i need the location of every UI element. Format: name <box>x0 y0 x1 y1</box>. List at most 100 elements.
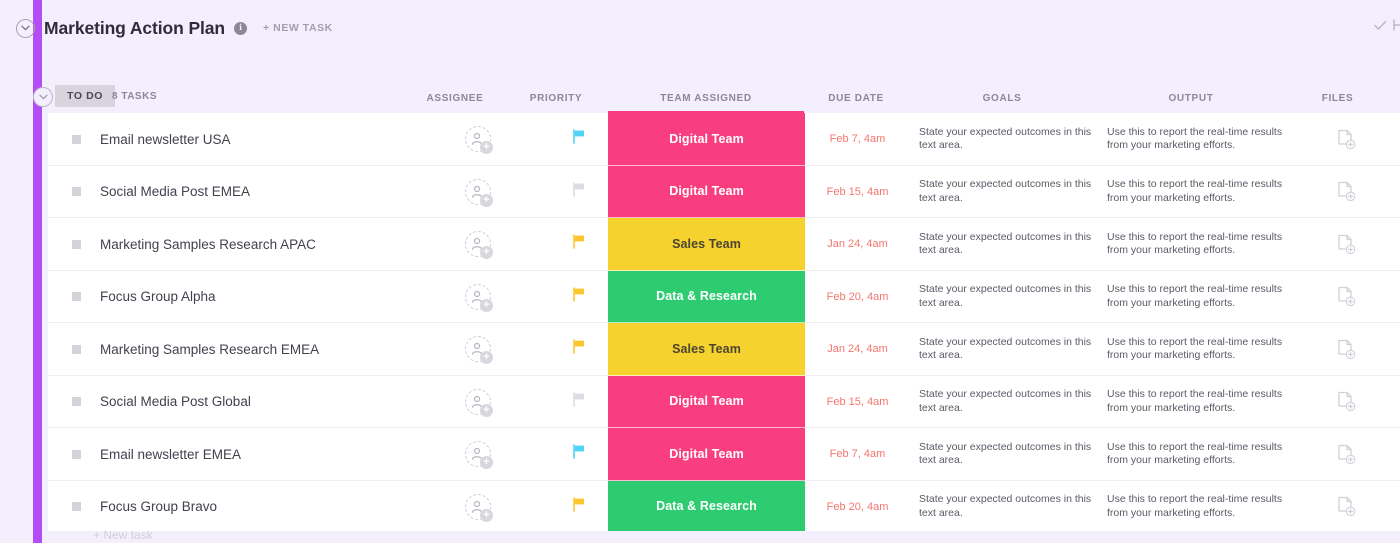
avatar[interactable]: + <box>465 389 491 415</box>
table-row[interactable]: Marketing Samples Research APAC+Sales Te… <box>48 218 1400 271</box>
assignee-cell[interactable]: + <box>408 428 548 481</box>
bottom-new-task-row[interactable]: + New task <box>48 531 1400 543</box>
due-date-cell[interactable]: Feb 15, 4am <box>805 376 910 429</box>
goals-cell[interactable]: State your expected outcomes in this tex… <box>910 218 1102 271</box>
column-header-goals[interactable]: GOALS <box>908 84 1096 113</box>
avatar[interactable]: + <box>465 494 491 520</box>
check-icon[interactable] <box>1374 18 1387 36</box>
task-name-cell[interactable]: Social Media Post EMEA <box>48 166 408 219</box>
assignee-cell[interactable]: + <box>408 218 548 271</box>
output-cell[interactable]: Use this to report the real-time results… <box>1098 428 1292 481</box>
new-task-button[interactable]: + NEW TASK <box>263 22 333 34</box>
goals-cell[interactable]: State your expected outcomes in this tex… <box>910 166 1102 219</box>
column-header-due-date[interactable]: DUE DATE <box>806 84 906 113</box>
add-assignee-icon[interactable]: + <box>480 194 493 207</box>
priority-flag-icon[interactable] <box>572 444 585 464</box>
team-assigned-cell[interactable]: Digital Team <box>608 428 805 481</box>
add-assignee-icon[interactable]: + <box>480 351 493 364</box>
goals-cell[interactable]: State your expected outcomes in this tex… <box>910 113 1102 166</box>
output-cell[interactable]: Use this to report the real-time results… <box>1098 376 1292 429</box>
document-add-icon[interactable] <box>1337 234 1356 255</box>
priority-flag-icon[interactable] <box>572 339 585 359</box>
team-assigned-cell[interactable]: Data & Research <box>608 271 805 324</box>
add-assignee-icon[interactable]: + <box>480 299 493 312</box>
goals-cell[interactable]: State your expected outcomes in this tex… <box>910 428 1102 481</box>
drag-handle-icon[interactable] <box>72 240 81 249</box>
column-header-files[interactable]: FILES <box>1290 84 1385 113</box>
add-assignee-icon[interactable]: + <box>480 404 493 417</box>
task-name-cell[interactable]: Focus Group Bravo <box>48 481 408 534</box>
drag-handle-icon[interactable] <box>72 450 81 459</box>
priority-flag-icon[interactable] <box>572 392 585 412</box>
avatar[interactable]: + <box>465 441 491 467</box>
assignee-cell[interactable]: + <box>408 271 548 324</box>
priority-flag-icon[interactable] <box>572 497 585 517</box>
avatar[interactable]: + <box>465 336 491 362</box>
team-assigned-cell[interactable]: Digital Team <box>608 166 805 219</box>
files-cell[interactable] <box>1292 166 1400 219</box>
team-assigned-cell[interactable]: Sales Team <box>608 218 805 271</box>
priority-cell[interactable] <box>548 113 608 166</box>
goals-cell[interactable]: State your expected outcomes in this tex… <box>910 323 1102 376</box>
drag-handle-icon[interactable] <box>72 187 81 196</box>
table-row[interactable]: Social Media Post Global + Digital TeamFeb… <box>48 376 1400 429</box>
partial-edge-icon[interactable] <box>1393 18 1400 36</box>
files-cell[interactable] <box>1292 323 1400 376</box>
document-add-icon[interactable] <box>1337 129 1356 150</box>
drag-handle-icon[interactable] <box>72 397 81 406</box>
avatar[interactable]: + <box>465 126 491 152</box>
due-date-cell[interactable]: Feb 20, 4am <box>805 271 910 324</box>
priority-cell[interactable] <box>548 323 608 376</box>
table-row[interactable]: Social Media Post EMEA + Digital TeamFeb 1… <box>48 166 1400 219</box>
status-badge[interactable]: TO DO <box>55 85 115 107</box>
add-assignee-icon[interactable]: + <box>480 246 493 259</box>
priority-flag-icon[interactable] <box>572 287 585 307</box>
table-row[interactable]: Focus Group Bravo+Data & ResearchFeb 20,… <box>48 481 1400 534</box>
team-assigned-cell[interactable]: Digital Team <box>608 113 805 166</box>
due-date-cell[interactable]: Jan 24, 4am <box>805 323 910 376</box>
info-icon[interactable]: i <box>234 22 247 35</box>
document-add-icon[interactable] <box>1337 496 1356 517</box>
column-header-team-assigned[interactable]: TEAM ASSIGNED <box>608 84 804 113</box>
add-assignee-icon[interactable]: + <box>480 509 493 522</box>
due-date-cell[interactable]: Jan 24, 4am <box>805 218 910 271</box>
due-date-cell[interactable]: Feb 15, 4am <box>805 166 910 219</box>
priority-cell[interactable] <box>548 271 608 324</box>
task-name-cell[interactable]: Social Media Post Global <box>48 376 408 429</box>
priority-cell[interactable] <box>548 166 608 219</box>
avatar[interactable]: + <box>465 179 491 205</box>
add-assignee-icon[interactable]: + <box>480 456 493 469</box>
priority-cell[interactable] <box>548 376 608 429</box>
assignee-cell[interactable]: + <box>408 113 548 166</box>
drag-handle-icon[interactable] <box>72 292 81 301</box>
priority-flag-icon[interactable] <box>572 182 585 202</box>
avatar[interactable]: + <box>465 231 491 257</box>
add-assignee-icon[interactable]: + <box>480 141 493 154</box>
output-cell[interactable]: Use this to report the real-time results… <box>1098 481 1292 534</box>
document-add-icon[interactable] <box>1337 181 1356 202</box>
goals-cell[interactable]: State your expected outcomes in this tex… <box>910 376 1102 429</box>
team-assigned-cell[interactable]: Digital Team <box>608 376 805 429</box>
due-date-cell[interactable]: Feb 7, 4am <box>805 428 910 481</box>
output-cell[interactable]: Use this to report the real-time results… <box>1098 271 1292 324</box>
table-row[interactable]: Email newsletter USA + Digital TeamFeb 7, … <box>48 113 1400 166</box>
table-row[interactable]: Marketing Samples Research EMEA+Sales Te… <box>48 323 1400 376</box>
document-add-icon[interactable] <box>1337 339 1356 360</box>
priority-cell[interactable] <box>548 218 608 271</box>
assignee-cell[interactable]: + <box>408 376 548 429</box>
document-add-icon[interactable] <box>1337 444 1356 465</box>
goals-cell[interactable]: State your expected outcomes in this tex… <box>910 271 1102 324</box>
avatar[interactable]: + <box>465 284 491 310</box>
document-add-icon[interactable] <box>1337 286 1356 307</box>
table-row[interactable]: Focus Group Alpha+Data & ResearchFeb 20,… <box>48 271 1400 324</box>
output-cell[interactable]: Use this to report the real-time results… <box>1098 166 1292 219</box>
assignee-cell[interactable]: + <box>408 481 548 534</box>
output-cell[interactable]: Use this to report the real-time results… <box>1098 323 1292 376</box>
output-cell[interactable]: Use this to report the real-time results… <box>1098 218 1292 271</box>
task-name-cell[interactable]: Email newsletter USA <box>48 113 408 166</box>
assignee-cell[interactable]: + <box>408 166 548 219</box>
output-cell[interactable]: Use this to report the real-time results… <box>1098 113 1292 166</box>
task-name-cell[interactable]: Email newsletter EMEA <box>48 428 408 481</box>
column-header-output[interactable]: OUTPUT <box>1098 84 1284 113</box>
due-date-cell[interactable]: Feb 7, 4am <box>805 113 910 166</box>
